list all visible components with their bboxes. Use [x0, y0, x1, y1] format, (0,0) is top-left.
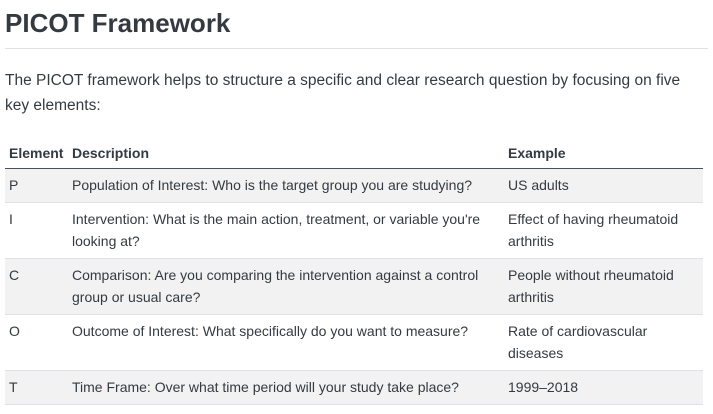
description-cell: Comparison: Are you comparing the interv… [68, 258, 504, 315]
example-cell: 1999–2018 [504, 370, 703, 405]
table-row: I Intervention: What is the main action,… [5, 202, 703, 259]
element-cell: T [5, 370, 68, 405]
description-cell: Time Frame: Over what time period will y… [68, 370, 504, 405]
table-row: T Time Frame: Over what time period will… [5, 370, 703, 405]
description-cell: Population of Interest: Who is the targe… [68, 168, 504, 203]
column-header-description: Description [68, 139, 504, 169]
example-cell: US adults [504, 168, 703, 203]
element-cell: C [5, 258, 68, 315]
element-cell: P [5, 168, 68, 203]
description-cell: Outcome of Interest: What specifically d… [68, 314, 504, 371]
table-row: O Outcome of Interest: What specifically… [5, 314, 703, 371]
description-cell: Intervention: What is the main action, t… [68, 202, 504, 259]
example-cell: People without rheumatoid arthritis [504, 258, 703, 315]
table-row: P Population of Interest: Who is the tar… [5, 168, 703, 203]
element-cell: I [5, 202, 68, 259]
table-row: C Comparison: Are you comparing the inte… [5, 258, 703, 315]
page-title: PICOT Framework [5, 0, 708, 49]
example-cell: Rate of cardiovascular diseases [504, 314, 703, 371]
intro-paragraph: The PICOT framework helps to structure a… [5, 72, 681, 114]
table-header-row: Element Description Example [5, 139, 703, 169]
page: PICOT Framework The PICOT framework help… [0, 0, 713, 414]
example-cell: Effect of having rheumatoid arthritis [504, 202, 703, 259]
picot-table: Element Description Example P Population… [5, 139, 703, 405]
element-cell: O [5, 314, 68, 371]
column-header-example: Example [504, 139, 703, 169]
column-header-element: Element [5, 139, 68, 169]
